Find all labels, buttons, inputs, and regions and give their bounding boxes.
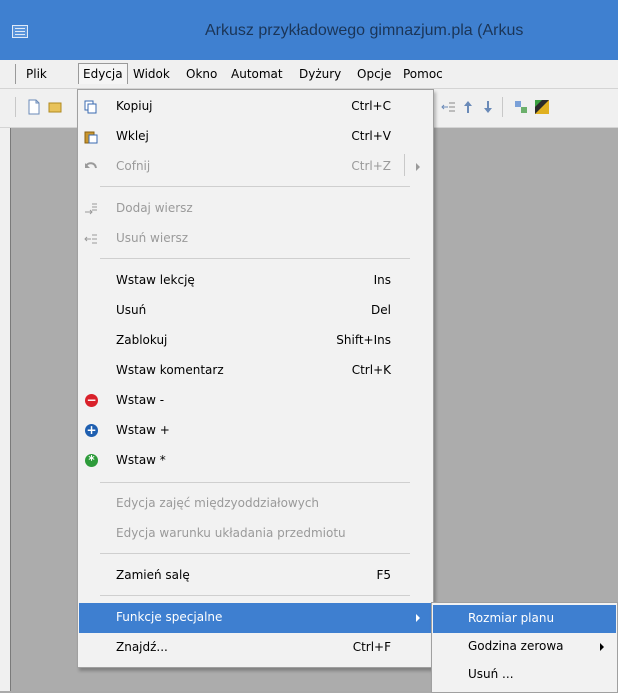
undo-shortcut: Ctrl+Z: [351, 159, 391, 173]
tools-icon[interactable]: [513, 99, 529, 115]
special-functions-submenu: Rozmiar planu Godzina zerowa Usuń ...: [431, 602, 618, 693]
arrow-down-icon[interactable]: [480, 99, 496, 115]
delete-shortcut: Del: [371, 303, 391, 317]
submenu-item-delete[interactable]: Usuń ...: [433, 661, 616, 689]
menu-opcje[interactable]: Opcje: [353, 64, 395, 84]
menu-widok[interactable]: Widok: [129, 64, 174, 84]
menu-item-insert-plus[interactable]: + Wstaw +: [79, 416, 432, 446]
chevron-right-icon: [600, 643, 604, 651]
menu-item-edit-condition[interactable]: Edycja warunku układania przedmiotu: [79, 519, 432, 549]
paste-icon: [84, 131, 98, 144]
menu-separator: [100, 258, 410, 259]
add-row-label: Dodaj wiersz: [116, 201, 193, 215]
menu-item-copy[interactable]: Kopiuj Ctrl+C: [79, 92, 432, 122]
blue-plus-icon: +: [85, 423, 98, 437]
menu-item-lock[interactable]: Zablokuj Shift+Ins: [79, 326, 432, 356]
toolbar-separator: [15, 97, 16, 117]
open-folder-icon[interactable]: [48, 99, 64, 115]
color-icon[interactable]: [534, 99, 550, 115]
left-panel-edge: [0, 128, 11, 691]
submenu-delete-label: Usuń ...: [468, 667, 514, 681]
menu-separator: [100, 595, 410, 596]
find-shortcut: Ctrl+F: [352, 640, 391, 654]
new-document-icon[interactable]: [26, 99, 42, 115]
menu-item-edit-interclass[interactable]: Edycja zajęć międzyoddziałowych: [79, 489, 432, 519]
menu-okno[interactable]: Okno: [182, 64, 221, 84]
menu-item-paste[interactable]: Wklej Ctrl+V: [79, 122, 432, 152]
paste-label: Wklej: [116, 129, 149, 143]
arrow-up-icon[interactable]: [460, 99, 476, 115]
delete-label: Usuń: [116, 303, 147, 317]
special-functions-label: Funkcje specjalne: [116, 610, 223, 624]
toolbar-separator: [502, 97, 503, 117]
title-bar: Arkusz przykładowego gimnazjum.pla (Arku…: [0, 0, 618, 60]
menu-item-add-row[interactable]: Dodaj wiersz: [79, 194, 432, 224]
edit-menu-dropdown: Kopiuj Ctrl+C Wklej Ctrl+V Cofnij Ctrl+Z…: [77, 89, 434, 668]
paste-shortcut: Ctrl+V: [351, 129, 391, 143]
menu-item-undo[interactable]: Cofnij Ctrl+Z: [79, 152, 432, 182]
insert-comment-label: Wstaw komentarz: [116, 363, 224, 377]
menu-item-insert-minus[interactable]: − Wstaw -: [79, 386, 432, 416]
lock-shortcut: Shift+Ins: [336, 333, 391, 347]
edit-interclass-label: Edycja zajęć międzyoddziałowych: [116, 496, 320, 510]
menu-item-insert-comment[interactable]: Wstaw komentarz Ctrl+K: [79, 356, 432, 386]
swap-room-label: Zamień salę: [116, 568, 190, 582]
add-row-icon: [85, 203, 97, 215]
copy-label: Kopiuj: [116, 99, 153, 113]
menu-item-insert-lesson[interactable]: Wstaw lekcję Ins: [79, 266, 432, 296]
insert-lesson-shortcut: Ins: [373, 273, 391, 287]
undo-label: Cofnij: [116, 159, 151, 173]
insert-plus-label: Wstaw +: [116, 423, 170, 437]
plan-size-label: Rozmiar planu: [468, 611, 555, 625]
submenu-item-zero-hour[interactable]: Godzina zerowa: [433, 633, 616, 661]
menu-edycja[interactable]: Edycja: [78, 63, 128, 84]
menu-item-swap-room[interactable]: Zamień salę F5: [79, 561, 432, 591]
swap-room-shortcut: F5: [376, 568, 391, 582]
menu-pomoc[interactable]: Pomoc: [399, 64, 447, 84]
submenu-item-plan-size[interactable]: Rozmiar planu: [433, 605, 616, 633]
menu-item-find[interactable]: Znajdź... Ctrl+F: [79, 633, 432, 663]
undo-icon: [85, 162, 97, 169]
insert-star-label: Wstaw *: [116, 453, 166, 467]
insert-lesson-label: Wstaw lekcję: [116, 273, 195, 287]
menu-item-delete[interactable]: Usuń Del: [79, 296, 432, 326]
chevron-right-icon: [416, 614, 420, 622]
chevron-right-icon: [416, 163, 420, 171]
menu-automat[interactable]: Automat: [227, 64, 287, 84]
menu-dyzury[interactable]: Dyżury: [295, 64, 345, 84]
find-label: Znajdź...: [116, 640, 168, 654]
app-icon[interactable]: [12, 25, 28, 38]
copy-icon: [84, 100, 97, 114]
edit-condition-label: Edycja warunku układania przedmiotu: [116, 526, 346, 540]
insert-minus-label: Wstaw -: [116, 393, 165, 407]
menubar-divider: [15, 64, 16, 84]
menu-item-special-functions[interactable]: Funkcje specjalne: [79, 603, 432, 633]
menu-item-delete-row[interactable]: Usuń wiersz: [79, 224, 432, 254]
copy-shortcut: Ctrl+C: [351, 99, 391, 113]
delete-row-icon: [84, 234, 97, 244]
menu-bar: Plik Edycja Widok Okno Automat Dyżury Op…: [0, 60, 618, 89]
menu-separator: [100, 482, 410, 483]
red-minus-icon: −: [85, 393, 98, 407]
green-star-icon: *: [85, 454, 98, 467]
move-left-icon[interactable]: [440, 99, 456, 115]
delete-row-label: Usuń wiersz: [116, 231, 189, 245]
menu-plik[interactable]: Plik: [22, 64, 51, 84]
insert-comment-shortcut: Ctrl+K: [351, 363, 391, 377]
lock-label: Zablokuj: [116, 333, 168, 347]
menu-item-insert-star[interactable]: * Wstaw *: [79, 446, 432, 476]
menu-separator: [100, 553, 410, 554]
menu-separator: [100, 186, 410, 187]
zero-hour-label: Godzina zerowa: [468, 639, 564, 653]
window-title: Arkusz przykładowego gimnazjum.pla (Arku…: [205, 22, 524, 39]
